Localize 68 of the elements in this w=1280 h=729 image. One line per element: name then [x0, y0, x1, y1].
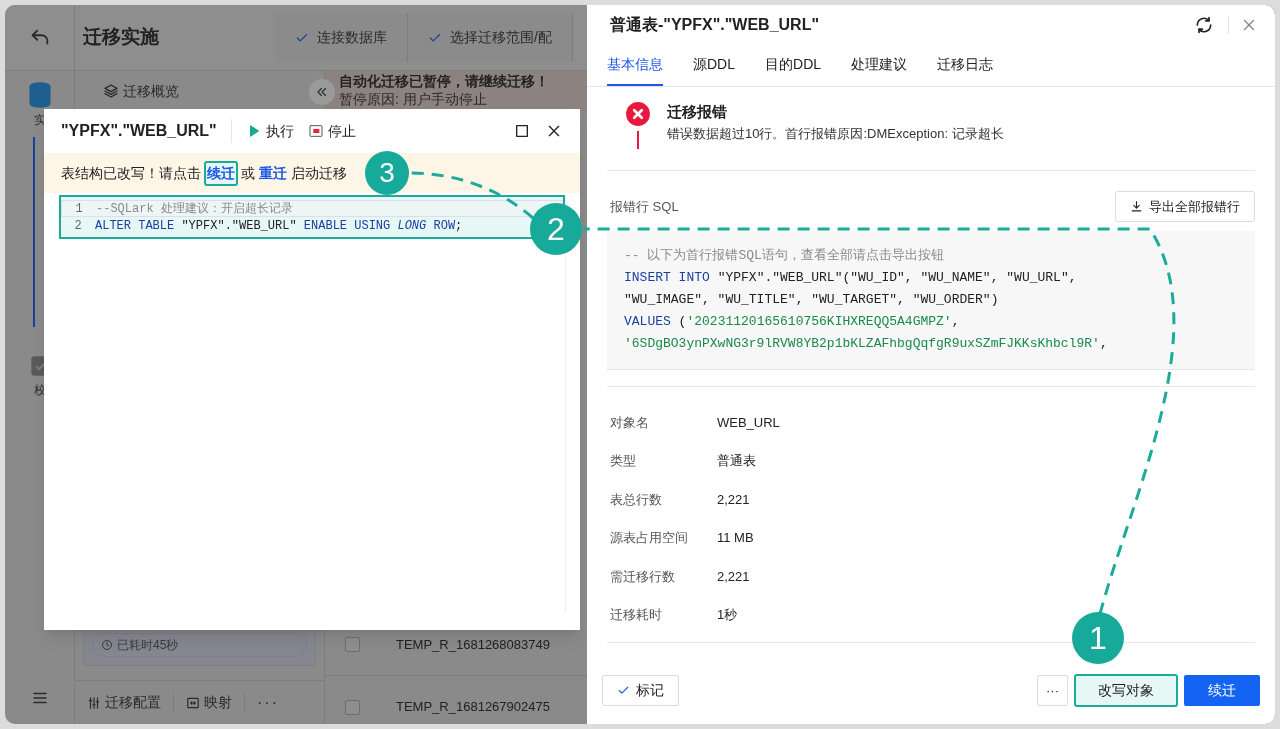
property-value: 2,221 — [717, 490, 750, 509]
property-label: 需迁移行数 — [610, 567, 676, 586]
overview-label[interactable]: 迁移概览 — [123, 80, 179, 102]
notice-text: 启动迁移 — [291, 163, 347, 183]
continue-button[interactable]: 续迁 — [1184, 675, 1260, 706]
notice-text: 表结构已改写！请点击 — [61, 163, 201, 183]
property-label: 类型 — [610, 452, 637, 470]
check-icon — [617, 684, 630, 697]
table-cell-text: TEMP_R_1681267902475 — [396, 698, 550, 717]
drawer-title: 普通表-"YPFX"."WEB_URL" — [610, 15, 819, 35]
code-line: VALUES ('20231120165610756KIHXREQQ5A4GMPZ', — [624, 313, 961, 331]
code-line: ALTER TABLE "YPFX"."WEB_URL" ENABLE USING LONG ROW; — [95, 217, 463, 235]
section-label: 报错行 SQL — [610, 197, 679, 216]
clock-icon — [101, 639, 113, 651]
table-cell-text: TEMP_R_1681268083749 — [396, 635, 550, 654]
download-icon — [1130, 200, 1143, 213]
code-line: INSERT INTO "YPFX"."WEB_URL"("WU_ID", "WU_NAME", "WU_URL", — [624, 269, 1078, 287]
toolbar-button[interactable]: 执行 — [245, 120, 294, 142]
notice-title: 自动化迁移已暂停，请继续迁移！ — [339, 72, 550, 90]
close-icon[interactable] — [546, 123, 562, 139]
property-label: 迁移耗时 — [610, 606, 663, 624]
property-label: 源表占用空间 — [610, 529, 689, 547]
stop-icon — [307, 123, 324, 139]
property-label: 表总行数 — [610, 490, 663, 509]
property-value: WEB_URL — [717, 413, 780, 432]
double-chevron-left-icon — [315, 85, 329, 99]
link[interactable]: 重迁 — [258, 162, 288, 184]
notice-reason: 暂停原因: 用户手动停止 — [339, 90, 488, 108]
collapse-button[interactable] — [309, 79, 335, 105]
mark-button[interactable]: 标记 — [602, 675, 679, 706]
code-line: -- 以下为首行报错SQL语句，查看全部请点击导出按钮 — [624, 247, 945, 265]
layers-icon — [103, 83, 119, 99]
toolbar-button[interactable]: 映射 — [174, 692, 245, 713]
line-number: 2 — [73, 217, 83, 235]
line-number: 1 — [74, 200, 84, 218]
elapsed-time: 已耗时45秒 — [117, 637, 179, 654]
property-value: 普通表 — [717, 452, 756, 470]
property-value: 1秒 — [717, 606, 738, 624]
tab[interactable]: 源DDL — [693, 54, 735, 86]
error-message: 错误数据超过10行。首行报错原因:DMException: 记录超长 — [667, 124, 1004, 143]
tab[interactable]: 处理建议 — [851, 54, 908, 86]
more-button[interactable]: ··· — [1037, 675, 1068, 706]
error-title: 迁移报错 — [667, 102, 728, 122]
tab[interactable]: 目的DDL — [765, 54, 822, 86]
property-value: 2,221 — [717, 567, 750, 586]
refresh-icon[interactable] — [1194, 15, 1214, 35]
code-line: --SQLark 处理建议：开启超长记录 — [96, 200, 293, 218]
checkbox[interactable] — [345, 699, 360, 715]
tab[interactable]: 基本信息 — [607, 54, 663, 86]
link[interactable]: 续迁 — [204, 160, 238, 186]
toolbar-button[interactable]: 停止 — [307, 120, 356, 142]
code-line: '6SDgBO3ynPXwNG3r9lRVW8YB2p1bKLZAFhbgQqfgR9uxSZmFJKKsKhbcl9R', — [624, 335, 1109, 353]
export-button[interactable]: 导出全部报错行 — [1115, 191, 1255, 222]
code-line: "WU_IMAGE", "WU_TITLE", "WU_TARGET", "WU_ORDER") — [624, 291, 1000, 309]
toolbar-button[interactable]: 迁移配置 — [75, 692, 174, 713]
checkbox[interactable] — [345, 637, 360, 652]
more-button[interactable]: ··· — [245, 690, 291, 715]
dialog-title: "YPFX"."WEB_URL" — [61, 119, 232, 143]
property-label: 对象名 — [610, 413, 650, 432]
maximize-icon[interactable] — [514, 123, 530, 139]
error-icon — [625, 101, 651, 127]
tab[interactable]: 迁移日志 — [937, 54, 994, 86]
sliders-icon — [87, 695, 101, 710]
notice-text: 或 — [241, 163, 255, 183]
mapping-icon — [186, 695, 200, 710]
page-title: 迁移实施 — [82, 25, 160, 50]
property-value: 11 MB — [717, 529, 754, 547]
rewrite-button[interactable]: 改写对象 — [1074, 674, 1178, 707]
